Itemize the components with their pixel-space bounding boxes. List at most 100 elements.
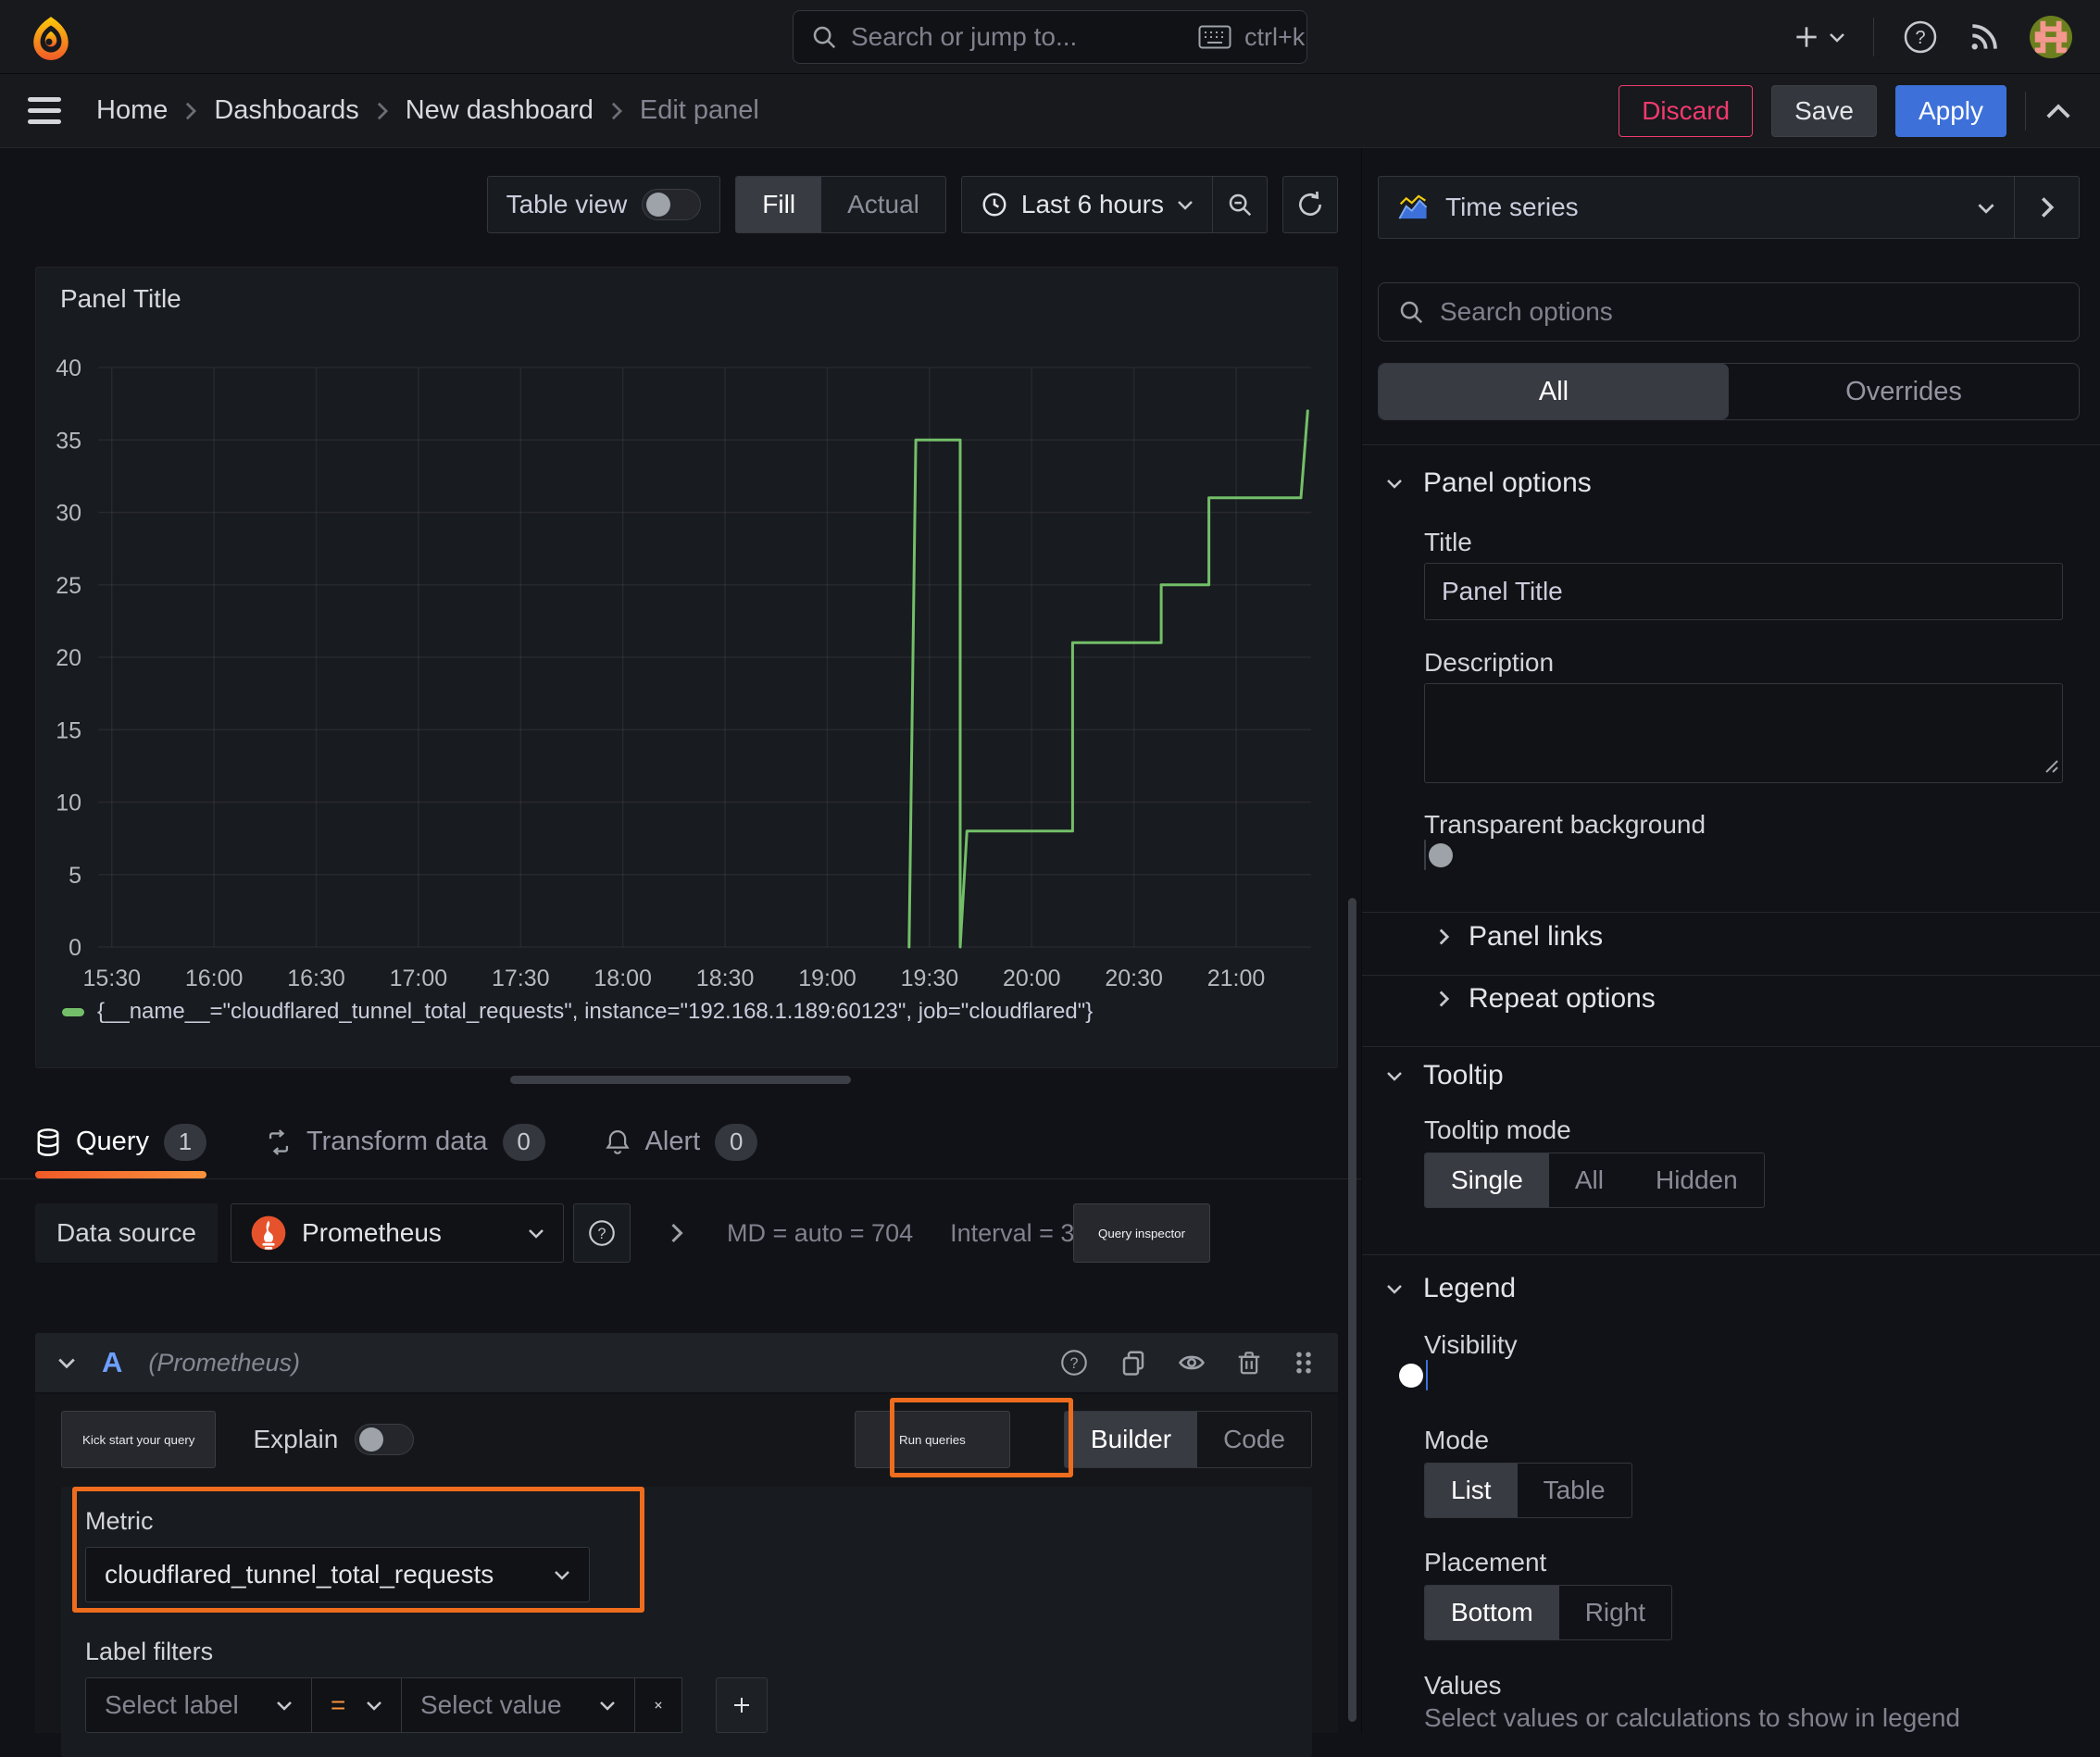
search-icon bbox=[1400, 301, 1423, 324]
datasource-help-button[interactable]: ? bbox=[572, 1203, 631, 1263]
divider bbox=[1362, 975, 2100, 976]
svg-text:18:00: 18:00 bbox=[594, 966, 652, 991]
drag-grip-icon[interactable] bbox=[1292, 1349, 1316, 1377]
run-queries-button[interactable]: Run queries bbox=[854, 1411, 1010, 1468]
divider bbox=[2025, 91, 2026, 131]
placement-right-option[interactable]: Right bbox=[1559, 1586, 1671, 1639]
divider bbox=[1362, 1046, 2100, 1047]
transparent-background-toggle[interactable] bbox=[1424, 840, 1453, 870]
mode-table-option[interactable]: Table bbox=[1518, 1464, 1631, 1517]
refresh-button[interactable] bbox=[1283, 177, 1337, 232]
metric-select[interactable]: cloudflared_tunnel_total_requests bbox=[85, 1547, 590, 1602]
section-legend[interactable]: Legend bbox=[1386, 1273, 1516, 1304]
remove-filter-button[interactable] bbox=[634, 1677, 682, 1733]
tooltip-single-option[interactable]: Single bbox=[1425, 1153, 1549, 1207]
divider bbox=[1362, 1254, 2100, 1255]
help-icon[interactable]: ? bbox=[1902, 19, 1939, 56]
collapse-chevron-down-icon[interactable] bbox=[57, 1356, 76, 1369]
panel-actions: Discard Save Apply bbox=[1619, 84, 2072, 137]
query-row-header[interactable]: A (Prometheus) ? bbox=[35, 1333, 1338, 1392]
resize-grip-icon[interactable] bbox=[2043, 757, 2059, 774]
options-search[interactable] bbox=[1378, 282, 2080, 342]
add-filter-button[interactable] bbox=[716, 1677, 768, 1733]
apply-button[interactable]: Apply bbox=[1894, 84, 2006, 137]
prometheus-icon bbox=[251, 1215, 286, 1251]
section-panel-options[interactable]: Panel options bbox=[1386, 467, 1592, 499]
query-stats: MD = auto = 704 Interval = 30s bbox=[727, 1219, 1101, 1248]
section-repeat-options[interactable]: Repeat options bbox=[1438, 983, 1656, 1015]
datasource-picker[interactable]: Prometheus bbox=[230, 1203, 564, 1263]
discard-button[interactable]: Discard bbox=[1619, 84, 1754, 137]
legend-series-name[interactable]: {__name__="cloudflared_tunnel_total_requ… bbox=[97, 999, 1093, 1025]
builder-option[interactable]: Builder bbox=[1064, 1412, 1198, 1467]
tooltip-all-option[interactable]: All bbox=[1549, 1153, 1630, 1207]
explain-toggle[interactable] bbox=[355, 1424, 415, 1455]
menu-icon[interactable] bbox=[28, 97, 61, 124]
panel-title[interactable]: Panel Title bbox=[36, 268, 1337, 321]
tab-query[interactable]: Query 1 bbox=[35, 1105, 206, 1178]
pane-resize-handle[interactable] bbox=[510, 1076, 851, 1084]
actual-option[interactable]: Actual bbox=[821, 177, 945, 232]
operator-dropdown[interactable]: = bbox=[311, 1677, 402, 1733]
code-option[interactable]: Code bbox=[1197, 1412, 1311, 1467]
transparent-background-label: Transparent background bbox=[1424, 810, 1706, 839]
svg-text:17:00: 17:00 bbox=[390, 966, 448, 991]
section-tooltip[interactable]: Tooltip bbox=[1386, 1060, 1504, 1091]
collapse-options-button[interactable] bbox=[2015, 176, 2080, 239]
breadcrumb-edit-panel: Edit panel bbox=[639, 95, 759, 125]
visualization-picker-row: Time series bbox=[1378, 176, 2080, 239]
query-inspector-button[interactable]: Query inspector bbox=[1072, 1203, 1211, 1263]
query-ref-id[interactable]: A bbox=[102, 1346, 122, 1379]
breadcrumb-new-dashboard[interactable]: New dashboard bbox=[406, 95, 594, 126]
svg-text:19:30: 19:30 bbox=[901, 966, 959, 991]
tooltip-hidden-option[interactable]: Hidden bbox=[1630, 1153, 1764, 1207]
expand-chevron-right-icon[interactable] bbox=[669, 1222, 684, 1244]
svg-text:10: 10 bbox=[56, 791, 81, 816]
tab-transform-data[interactable]: Transform data 0 bbox=[266, 1105, 545, 1178]
help-icon[interactable]: ? bbox=[1058, 1347, 1090, 1378]
breadcrumb-home[interactable]: Home bbox=[96, 95, 168, 126]
collapse-chevron-up-icon[interactable] bbox=[2044, 102, 2072, 120]
visualization-picker[interactable]: Time series bbox=[1378, 176, 2015, 239]
search-input[interactable] bbox=[851, 22, 1185, 52]
save-button[interactable]: Save bbox=[1771, 84, 1877, 137]
select-value-dropdown[interactable]: Select value bbox=[401, 1677, 635, 1733]
placement-bottom-option[interactable]: Bottom bbox=[1425, 1586, 1559, 1639]
legend-visibility-toggle[interactable] bbox=[1399, 1360, 1428, 1390]
table-view-toggle[interactable] bbox=[642, 189, 702, 220]
max-data-points: MD = auto = 704 bbox=[726, 1218, 914, 1247]
grafana-logo[interactable] bbox=[28, 14, 74, 60]
mode-list-option[interactable]: List bbox=[1425, 1464, 1518, 1517]
zoom-out-button[interactable] bbox=[1213, 177, 1267, 232]
global-search[interactable]: ctrl+k bbox=[793, 10, 1307, 64]
section-panel-links[interactable]: Panel links bbox=[1438, 921, 1603, 953]
tab-all[interactable]: All bbox=[1379, 364, 1729, 419]
chevron-down-icon bbox=[1387, 1072, 1402, 1081]
duplicate-icon[interactable] bbox=[1119, 1349, 1147, 1377]
news-rss-icon[interactable] bbox=[1967, 19, 2002, 55]
kick-start-query-button[interactable]: Kick start your query bbox=[61, 1411, 217, 1468]
add-new-button[interactable] bbox=[1792, 22, 1845, 52]
time-range-picker[interactable]: Last 6 hours bbox=[962, 177, 1212, 232]
user-avatar[interactable] bbox=[2030, 15, 2072, 58]
select-label-dropdown[interactable]: Select label bbox=[85, 1677, 312, 1733]
panel-title-input[interactable] bbox=[1424, 563, 2063, 620]
tab-alert[interactable]: Alert 0 bbox=[605, 1105, 758, 1178]
chart-legend: {__name__="cloudflared_tunnel_total_requ… bbox=[62, 999, 1337, 1025]
breadcrumb-dashboards[interactable]: Dashboards bbox=[214, 95, 358, 126]
panel-edit-left-pane: Table view Fill Actual Last 6 hours Pane… bbox=[0, 148, 1361, 1757]
legend-series-marker[interactable] bbox=[62, 1007, 84, 1016]
description-textarea[interactable] bbox=[1424, 683, 2063, 783]
database-icon bbox=[37, 1128, 59, 1156]
svg-text:25: 25 bbox=[56, 573, 81, 599]
tab-overrides[interactable]: Overrides bbox=[1729, 364, 2079, 419]
chevron-down-icon bbox=[367, 1701, 381, 1711]
hide-response-eye-icon[interactable] bbox=[1177, 1349, 1206, 1377]
chevron-down-icon bbox=[1387, 480, 1402, 489]
refresh-icon bbox=[1299, 191, 1321, 216]
explain-label: Explain bbox=[253, 1425, 339, 1453]
fill-option[interactable]: Fill bbox=[736, 177, 822, 232]
trash-icon[interactable] bbox=[1236, 1349, 1262, 1377]
vertical-scrollbar[interactable] bbox=[1348, 898, 1356, 1722]
options-search-input[interactable] bbox=[1440, 297, 2060, 327]
